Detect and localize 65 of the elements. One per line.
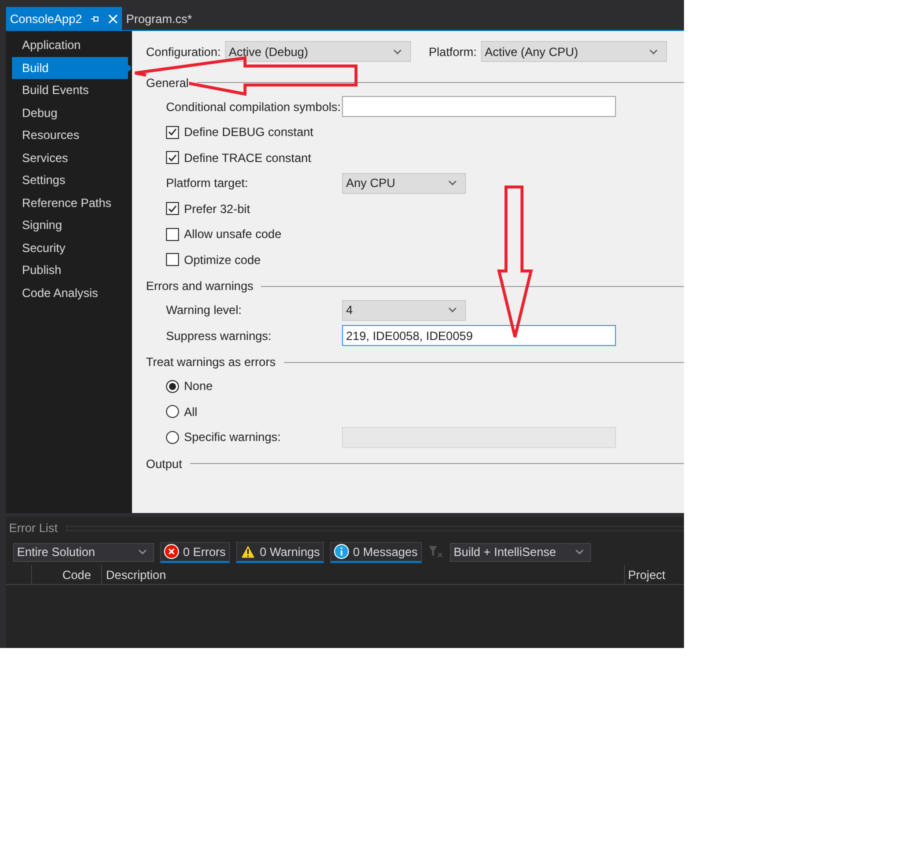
checkbox[interactable]	[166, 126, 179, 139]
field-label: Configuration:	[146, 44, 221, 60]
dropdown[interactable]: Entire Solution	[13, 542, 154, 562]
checkbox[interactable]	[166, 151, 179, 164]
dropdown[interactable]: Active (Any CPU)	[480, 41, 667, 62]
column-header[interactable]: Code	[32, 565, 102, 584]
field-label: Platform target:	[166, 175, 250, 192]
chevron-down-icon	[574, 549, 584, 555]
sidebar-item[interactable]: Build	[12, 56, 128, 79]
dropdown[interactable]: Build + IntelliSense	[450, 542, 591, 562]
input-field[interactable]	[342, 96, 616, 118]
checkmark-icon	[168, 128, 177, 136]
sidebar-item[interactable]: Security	[12, 236, 128, 259]
filter-button[interactable]: 0 Errors	[160, 542, 230, 562]
option-label: Define TRACE constant	[184, 150, 312, 167]
dropdown[interactable]: Any CPU	[342, 172, 466, 194]
error-icon	[164, 544, 179, 559]
panel-title: Error List	[9, 520, 58, 537]
radio-button[interactable]	[166, 405, 179, 418]
document-tab[interactable]: ConsoleApp2	[6, 7, 122, 30]
option-label: Allow unsafe code	[184, 226, 282, 244]
column-header[interactable]: Description	[102, 565, 625, 584]
checkbox[interactable]	[166, 202, 179, 216]
chevron-down-icon	[448, 180, 457, 186]
dropdown[interactable]: 4	[342, 300, 466, 321]
sidebar-item[interactable]: Signing	[12, 214, 128, 236]
filter-button[interactable]: 0 Messages	[330, 542, 422, 562]
chevron-down-icon	[448, 307, 457, 314]
pin-icon[interactable]	[90, 14, 100, 24]
sidebar-item[interactable]: Code Analysis	[12, 282, 128, 304]
checkbox[interactable]	[166, 228, 179, 241]
option-label: None	[184, 378, 213, 396]
input-field[interactable]: 219, IDE0058, IDE0059	[342, 325, 616, 346]
sidebar-item[interactable]: Reference Paths	[12, 192, 128, 214]
sidebar-item[interactable]: Debug	[12, 102, 128, 124]
sidebar-item[interactable]: Services	[12, 146, 128, 169]
sidebar-item[interactable]: Settings	[12, 169, 128, 192]
option-label: Specific warnings:	[184, 429, 281, 446]
sidebar-item[interactable]: Publish	[12, 259, 128, 282]
field-label: Suppress warnings:	[166, 328, 272, 345]
chevron-down-icon	[648, 48, 658, 54]
column-header[interactable]: Project	[625, 565, 666, 584]
document-tab[interactable]: Program.cs*	[122, 7, 196, 30]
option-label: Define DEBUG constant	[184, 124, 314, 142]
option-label: Optimize code	[184, 252, 261, 269]
warning-icon	[240, 544, 256, 559]
option-label: All	[184, 404, 198, 421]
field-label: Warning level:	[166, 302, 243, 320]
radio-button[interactable]	[166, 380, 179, 393]
info-icon	[334, 544, 349, 559]
close-icon[interactable]	[108, 14, 118, 24]
radio-button[interactable]	[166, 430, 179, 444]
checkbox[interactable]	[166, 253, 179, 266]
filter-button[interactable]: 0 Warnings	[236, 542, 324, 562]
field-label: Conditional compilation symbols:	[166, 98, 342, 116]
option-label: Prefer 32-bit	[184, 200, 250, 218]
sidebar-item[interactable]: Application	[12, 34, 128, 56]
dropdown[interactable]: Active (Debug)	[224, 41, 411, 62]
checkmark-icon	[168, 154, 177, 162]
chevron-down-icon	[392, 48, 402, 54]
chevron-down-icon	[138, 549, 147, 555]
field-label: Platform:	[428, 44, 477, 60]
checkmark-icon	[168, 204, 177, 213]
sidebar-item[interactable]: Resources	[12, 124, 128, 146]
sidebar-item[interactable]: Build Events	[12, 79, 128, 102]
